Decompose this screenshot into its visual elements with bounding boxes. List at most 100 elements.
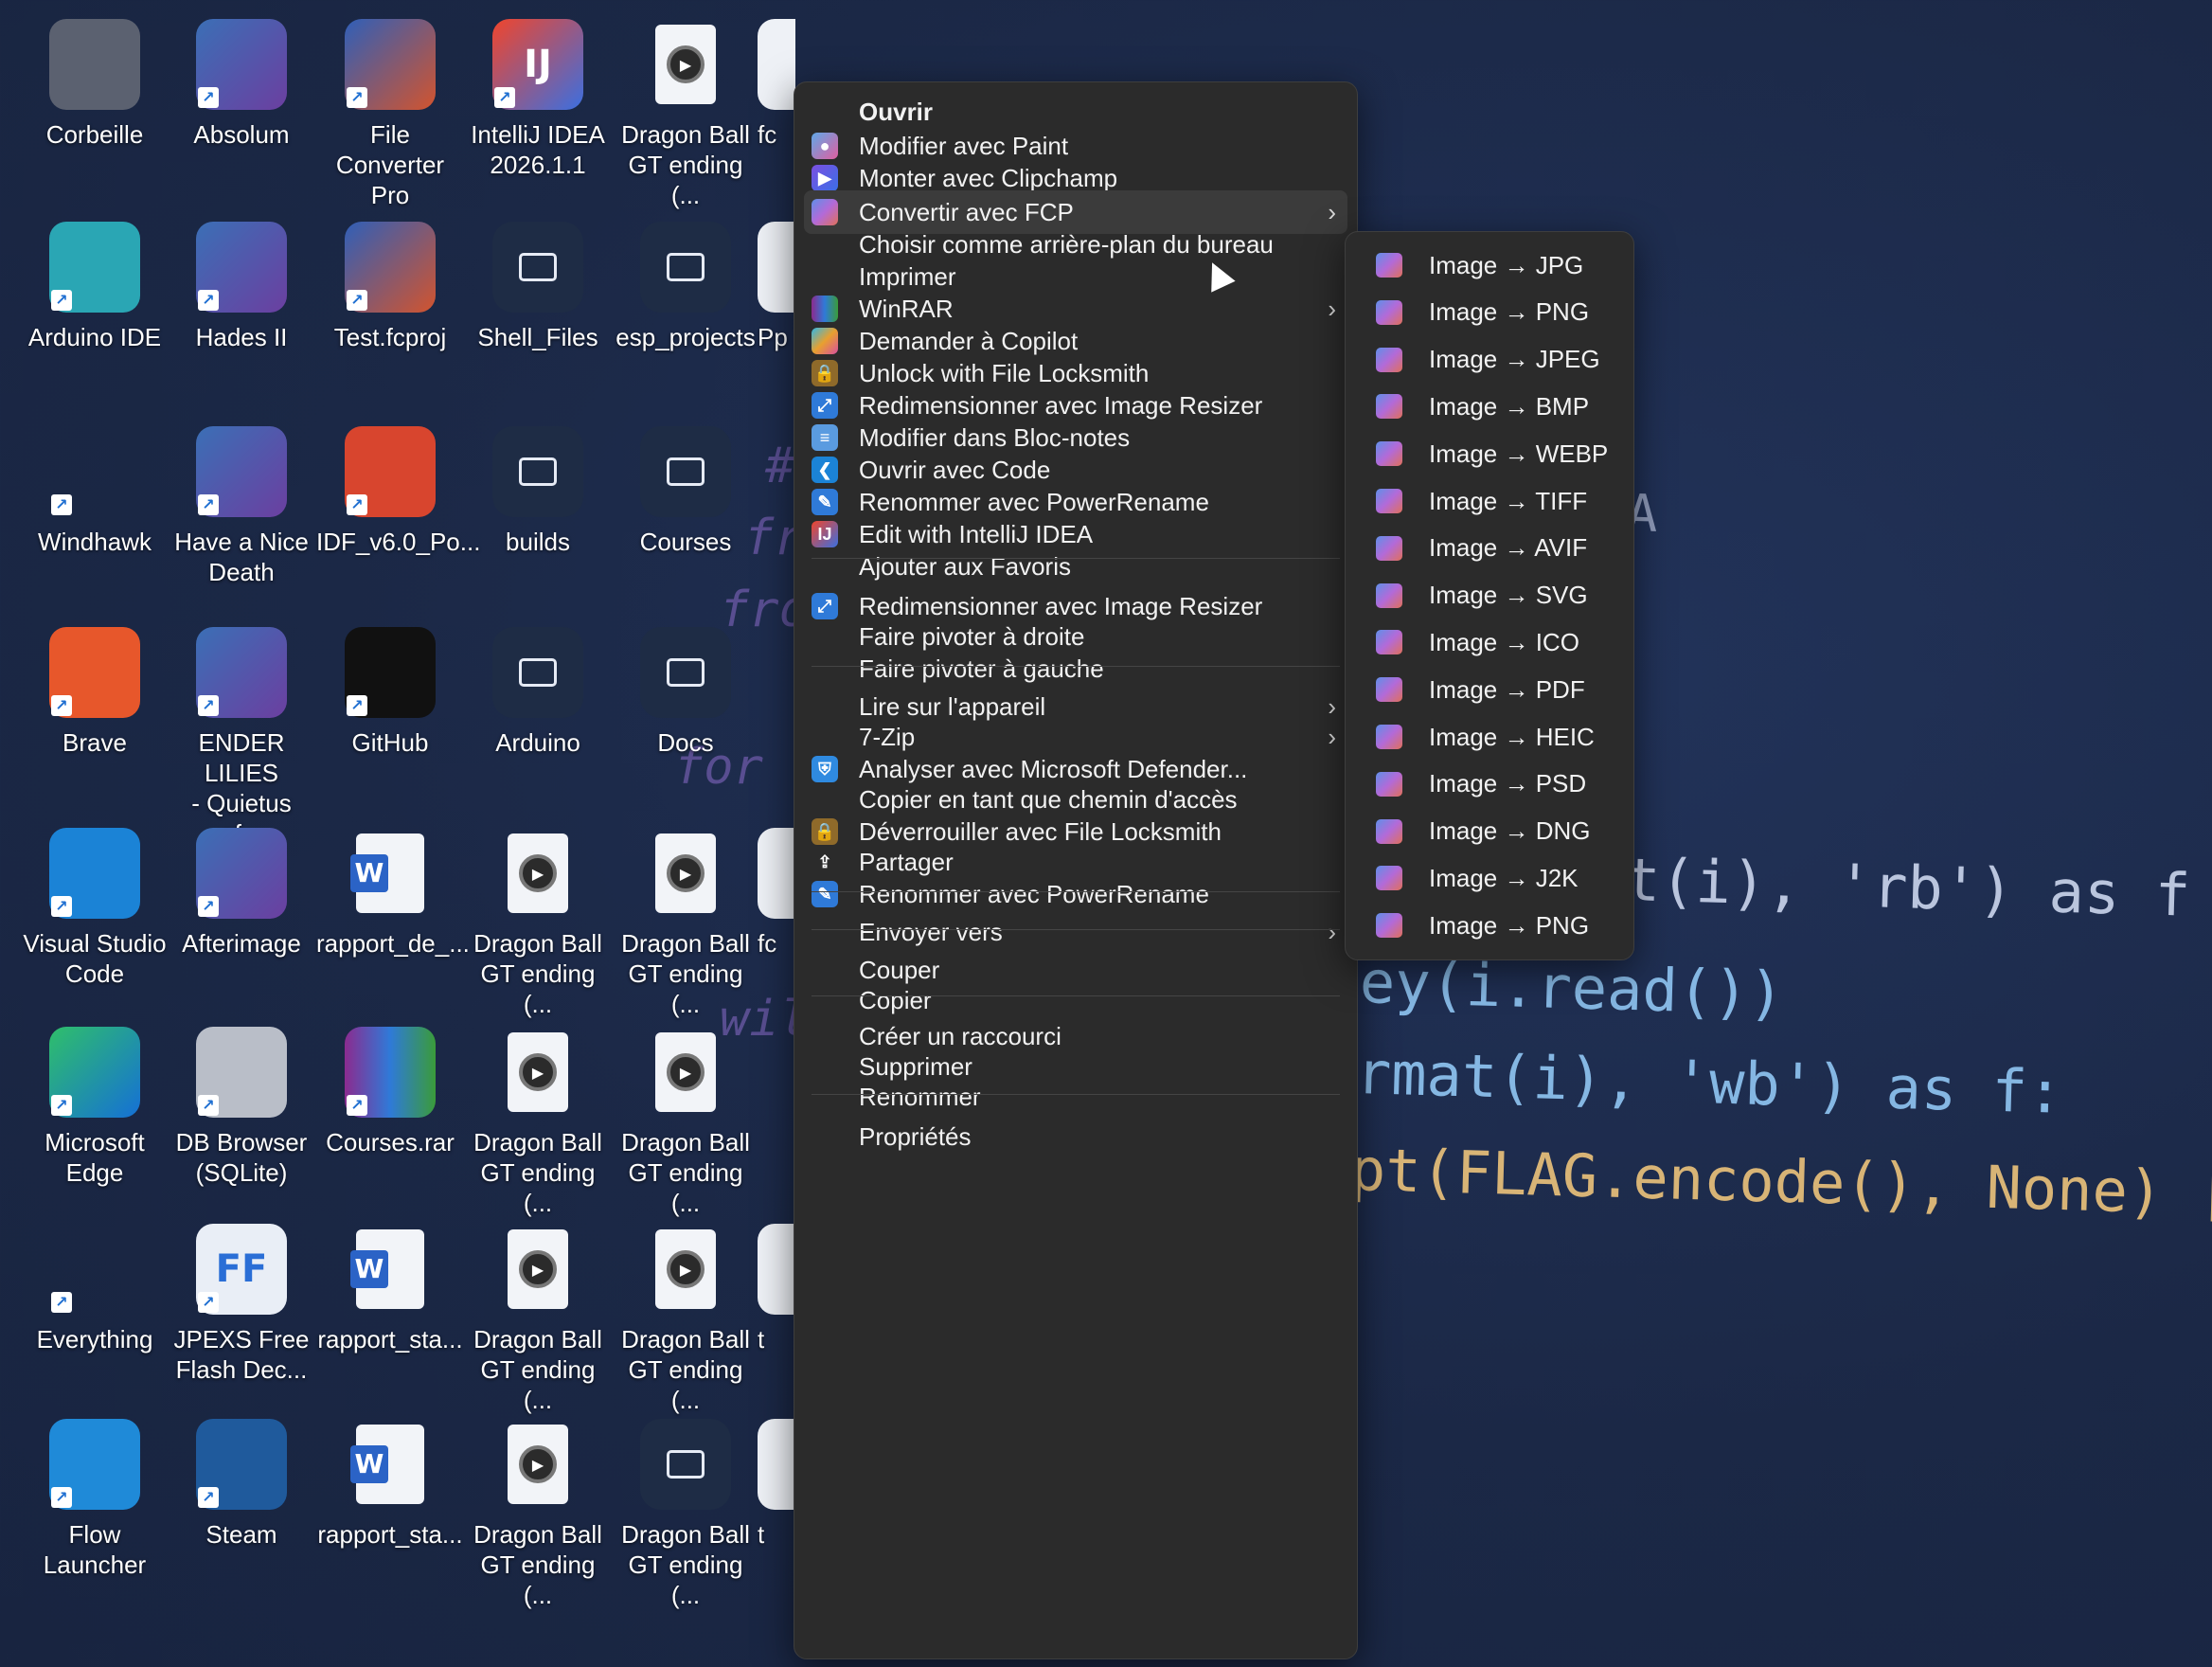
desktop-icon-label: builds bbox=[506, 528, 570, 556]
shortcut-arrow-icon: ↗ bbox=[51, 1487, 72, 1508]
menu-item-label: Renommer avec PowerRename bbox=[859, 879, 1209, 908]
submenu-item[interactable]: Image → PDF bbox=[1355, 668, 1624, 711]
converter-icon bbox=[1376, 535, 1402, 561]
desktop-icon[interactable]: ↗ Brave bbox=[21, 627, 169, 758]
submenu-item[interactable]: Image → HEIC bbox=[1355, 715, 1624, 759]
menu-item[interactable]: Ajouter aux Favoris bbox=[804, 545, 1347, 588]
menu-separator bbox=[812, 995, 1340, 996]
desktop-icon[interactable]: ↗ Test.fcproj bbox=[316, 222, 464, 352]
submenu-item[interactable]: Image → DNG bbox=[1355, 810, 1624, 853]
submenu-item[interactable]: Image → TIFF bbox=[1355, 479, 1624, 523]
converter-icon bbox=[1376, 347, 1402, 372]
desktop-icon[interactable]: ↗ Arduino IDE bbox=[21, 222, 169, 352]
desktop-icon[interactable]: Wrapport_sta... bbox=[316, 1419, 464, 1550]
desktop-icon[interactable]: ↗ Microsoft Edge bbox=[21, 1027, 169, 1188]
desktop-icon[interactable]: Wrapport_de_... bbox=[316, 828, 470, 959]
converter-icon bbox=[1376, 677, 1402, 703]
submenu-item-label: Image → BMP bbox=[1429, 391, 1590, 421]
desktop-icon[interactable]: Courses bbox=[612, 426, 759, 557]
desktop-icon[interactable]: fc bbox=[758, 828, 795, 959]
desktop-icon-label: Dragon Ball GT ending (... bbox=[473, 1128, 602, 1217]
submenu-item-label: Image → PNG bbox=[1429, 910, 1590, 940]
desktop-icon[interactable]: ▶ Dragon Ball GT ending (... bbox=[464, 828, 612, 1019]
desktop-icon[interactable]: esp_projects bbox=[612, 222, 759, 352]
converter-icon bbox=[1376, 299, 1402, 325]
desktop-icon[interactable]: ↗ DB Browser (SQLite) bbox=[168, 1027, 315, 1188]
desktop-icon-label: GitHub bbox=[351, 728, 429, 757]
menu-item[interactable]: Propriétés bbox=[804, 1115, 1347, 1158]
desktop-icon[interactable]: t bbox=[758, 1224, 795, 1354]
submenu-item[interactable]: Image → PNG bbox=[1355, 291, 1624, 334]
submenu-item[interactable]: Image → WEBP bbox=[1355, 432, 1624, 475]
menu-item[interactable]: Renommer bbox=[804, 1075, 1347, 1119]
desktop-icon[interactable]: ▶ Dragon Ball GT ending (... bbox=[464, 1027, 612, 1218]
desktop-icon[interactable]: ▶ Dragon Ball GT ending (... bbox=[612, 1027, 759, 1218]
shortcut-arrow-icon: ↗ bbox=[51, 494, 72, 515]
submenu-item[interactable]: Image → BMP bbox=[1355, 385, 1624, 428]
shortcut-arrow-icon: ↗ bbox=[198, 1487, 219, 1508]
desktop-icon[interactable]: FF ↗ JPEXS Free Flash Dec... bbox=[168, 1224, 315, 1385]
submenu-item[interactable]: Image → JPEG bbox=[1355, 338, 1624, 382]
converter-icon bbox=[1376, 818, 1402, 844]
desktop-icon[interactable]: Shell_Files bbox=[464, 222, 612, 352]
clipchamp-icon: ▶ bbox=[812, 165, 838, 191]
idf-icon: ↗ bbox=[345, 426, 436, 517]
submenu-item[interactable]: Image → JPG bbox=[1355, 243, 1624, 287]
desktop-icon[interactable]: ▶ Dragon Ball GT ending (... bbox=[464, 1224, 612, 1415]
desktop-icon[interactable]: Corbeille bbox=[21, 19, 169, 150]
submenu-item[interactable]: Image → AVIF bbox=[1355, 527, 1624, 570]
desktop-icon-label: Afterimage bbox=[182, 929, 301, 958]
desktop-icon-label: DB Browser (SQLite) bbox=[175, 1128, 308, 1187]
desktop-icon[interactable]: ↗ Flow Launcher bbox=[21, 1419, 169, 1580]
desktop-icon[interactable]: ↗ Steam bbox=[168, 1419, 315, 1550]
folder-icon bbox=[640, 627, 731, 718]
shortcut-arrow-icon: ↗ bbox=[198, 1292, 219, 1313]
desktop-icon[interactable]: ↗ IDF_v6.0_Po... bbox=[316, 426, 481, 557]
converter-icon bbox=[1376, 630, 1402, 655]
desktop-icon[interactable]: ▶ Dragon Ball GT ending (... bbox=[612, 1224, 759, 1415]
desktop-icon[interactable]: Dragon Ball GT ending (... bbox=[612, 1419, 759, 1610]
shortcut-arrow-icon: ↗ bbox=[51, 1292, 72, 1313]
lock-icon: 🔒 bbox=[812, 360, 838, 386]
desktop-icon-label: Everything bbox=[36, 1325, 153, 1353]
submenu-item[interactable]: Image → J2K bbox=[1355, 856, 1624, 900]
submenu-item[interactable]: Image → PNG bbox=[1355, 904, 1624, 947]
desktop-icon[interactable]: ↗ Afterimage bbox=[168, 828, 315, 959]
desktop-icon[interactable]: ↗ File Converter Pro bbox=[316, 19, 464, 210]
desktop-icon[interactable]: t bbox=[758, 1419, 795, 1550]
submenu-item-label: Image → PSD bbox=[1429, 769, 1587, 798]
desktop-icon[interactable]: ↗ Courses.rar bbox=[316, 1027, 464, 1157]
desktop-icon[interactable]: ↗ENDER LILIES - Quietus of... bbox=[168, 627, 315, 849]
desktop-icon[interactable]: ▶ Dragon Ball GT ending (... bbox=[612, 828, 759, 1019]
desktop-icon[interactable]: Pp bbox=[758, 222, 795, 352]
submenu-item[interactable]: Image → SVG bbox=[1355, 574, 1624, 618]
shortcut-arrow-icon: ↗ bbox=[198, 695, 219, 716]
desktop-icon[interactable]: ↗ Hades II bbox=[168, 222, 315, 352]
shortcut-arrow-icon: ↗ bbox=[494, 87, 515, 108]
desktop-icon-label: IDF_v6.0_Po... bbox=[316, 528, 481, 556]
desktop-icon-label: JPEXS Free Flash Dec... bbox=[173, 1325, 310, 1384]
desktop-icon[interactable]: ↗ Visual Studio Code bbox=[21, 828, 169, 989]
desktop-icon[interactable]: builds bbox=[464, 426, 612, 557]
menu-separator bbox=[812, 929, 1340, 930]
notepad-icon: ≡ bbox=[812, 424, 838, 451]
desktop-icon[interactable]: ↗ Everything bbox=[21, 1224, 169, 1354]
submenu-item[interactable]: Image → PSD bbox=[1355, 762, 1624, 806]
file-icon bbox=[758, 828, 795, 919]
desktop-icon[interactable]: Wrapport_sta... bbox=[316, 1224, 464, 1354]
submenu-item[interactable]: Image → ICO bbox=[1355, 620, 1624, 664]
desktop-icon[interactable]: IJ ↗ IntelliJ IDEA 2026.1.1 bbox=[464, 19, 612, 180]
desktop-icon[interactable]: ↗ Windhawk bbox=[21, 426, 169, 557]
desktop-icon[interactable]: ▶ Dragon Ball GT ending (... bbox=[464, 1419, 612, 1610]
desktop-icon[interactable]: ↗ Have a Nice Death bbox=[168, 426, 315, 587]
desktop-icon[interactable]: Arduino bbox=[464, 627, 612, 758]
desktop-icon[interactable]: Docs bbox=[612, 627, 759, 758]
shortcut-arrow-icon: ↗ bbox=[198, 1095, 219, 1116]
desktop-icon[interactable]: ▶ Dragon Ball GT ending (... bbox=[612, 19, 759, 210]
desktop-icon[interactable]: ↗ Absolum bbox=[168, 19, 315, 150]
desktop-icon[interactable]: fc bbox=[758, 19, 795, 150]
desktop-icon-label: Arduino bbox=[495, 728, 580, 757]
document-file-icon bbox=[640, 1419, 731, 1510]
desktop-icon[interactable]: ↗ GitHub bbox=[316, 627, 464, 758]
desktop-icon-label: IntelliJ IDEA 2026.1.1 bbox=[471, 120, 605, 179]
